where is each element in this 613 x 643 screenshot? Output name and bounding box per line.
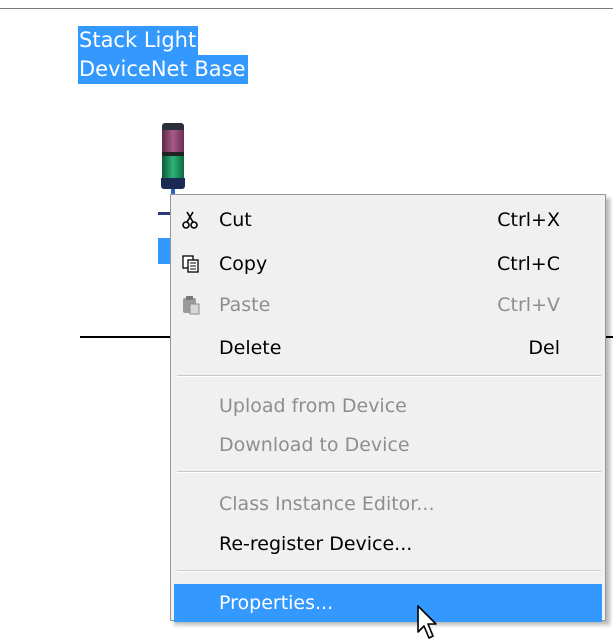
menu-item-cut[interactable]: Cut Ctrl+X	[174, 201, 602, 239]
menu-item-delete[interactable]: Delete Del	[174, 329, 602, 367]
menu-item-label: Download to Device	[219, 434, 410, 456]
copy-icon	[182, 255, 199, 273]
menu-item-label: Properties...	[219, 592, 334, 614]
menu-item-paste[interactable]: Paste Ctrl+V	[174, 286, 602, 324]
context-menu: Cut Ctrl+X Copy Ctrl+C Paste Ctrl+V Dele…	[170, 194, 606, 622]
menu-separator	[177, 570, 601, 572]
menu-item-copy[interactable]: Copy Ctrl+C	[174, 245, 602, 283]
menu-item-label: Copy	[219, 253, 268, 275]
top-divider	[0, 8, 613, 9]
device-label-line2: DeviceNet Base	[78, 55, 248, 84]
menu-item-upload-from-device[interactable]: Upload from Device	[174, 387, 602, 425]
menu-item-label: Delete	[219, 337, 282, 359]
menu-item-re-register-device[interactable]: Re-register Device...	[174, 525, 602, 563]
menu-item-label: Re-register Device...	[219, 533, 413, 555]
mouse-pointer-icon	[417, 605, 437, 639]
menu-item-label: Cut	[219, 209, 252, 231]
menu-item-shortcut: Ctrl+X	[497, 209, 560, 231]
menu-separator	[177, 471, 601, 473]
menu-item-label: Class Instance Editor...	[219, 493, 435, 515]
menu-item-download-to-device[interactable]: Download to Device	[174, 426, 602, 464]
menu-item-label: Paste	[219, 294, 271, 316]
menu-item-shortcut: Ctrl+V	[497, 294, 560, 316]
menu-separator	[177, 375, 601, 377]
device-name-label[interactable]: Stack Light DeviceNet Base	[78, 26, 248, 84]
menu-item-properties[interactable]: Properties...	[174, 584, 602, 622]
network-bus-line	[80, 336, 180, 338]
menu-item-label: Upload from Device	[219, 395, 407, 417]
menu-item-class-instance-editor[interactable]: Class Instance Editor...	[174, 485, 602, 523]
device-label-line1: Stack Light	[78, 26, 199, 55]
paste-icon	[183, 296, 200, 315]
menu-item-shortcut: Ctrl+C	[497, 253, 560, 275]
menu-item-shortcut: Del	[528, 337, 560, 359]
scissors-icon	[182, 211, 198, 229]
